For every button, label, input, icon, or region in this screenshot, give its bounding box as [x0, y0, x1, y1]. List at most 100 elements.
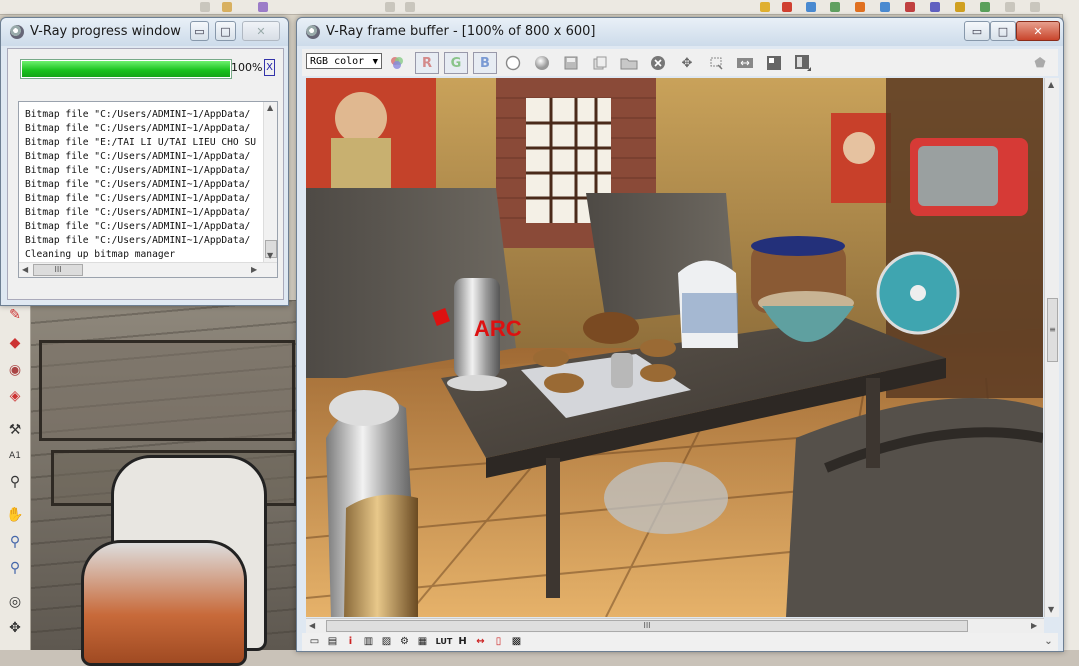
pencil-tool-icon[interactable]: ✎ [5, 305, 25, 325]
axes-tool-icon[interactable]: ⚲ [5, 472, 25, 492]
offset-tool-icon[interactable]: ◈ [5, 386, 25, 406]
frame-buffer-horizontal-scroll-thumb[interactable]: III [326, 620, 968, 632]
toolbar-icon[interactable] [980, 2, 990, 12]
vray-frame-buffer-window[interactable]: V-Ray frame buffer - [100% of 800 x 600]… [296, 17, 1064, 652]
close-button[interactable]: ✕ [1016, 21, 1060, 41]
sketchup-model-view[interactable] [31, 300, 299, 666]
minimize-button[interactable]: ▭ [964, 21, 990, 41]
rendered-image[interactable]: ARC [306, 78, 1043, 617]
log-horizontal-scrollbar[interactable]: ◀ III ▶ [19, 262, 277, 277]
settings-icon[interactable]: ⚙ [398, 635, 411, 648]
log-line: Bitmap file "C:/Users/ADMINI~1/AppData/ [25, 151, 251, 162]
bottom-tool-button[interactable]: ▦ [416, 635, 429, 648]
chevron-down-icon[interactable]: ⌄ [1042, 635, 1055, 648]
progress-window-titlebar[interactable]: V-Ray progress window ▭ □ ✕ [1, 18, 288, 46]
frame-buffer-vertical-scrollbar[interactable]: ▲ ≡ ▼ [1044, 78, 1059, 617]
bottom-tool-button[interactable]: ▯ [492, 635, 505, 648]
info-button[interactable]: i [344, 635, 357, 648]
follow-tool-icon[interactable]: ◉ [5, 360, 25, 380]
scroll-down-arrow-icon[interactable]: ▼ [1048, 605, 1054, 614]
toolbar-icon[interactable] [385, 2, 395, 12]
red-channel-button[interactable]: R [415, 52, 439, 74]
frame-buffer-titlebar[interactable]: V-Ray frame buffer - [100% of 800 x 600]… [297, 18, 1063, 46]
blue-channel-button[interactable]: B [473, 52, 497, 74]
minimize-button[interactable]: ▭ [190, 21, 209, 41]
histogram-button[interactable]: H [456, 635, 469, 648]
push-tool-icon[interactable]: ◆ [5, 333, 25, 353]
abort-render-button[interactable]: X [264, 59, 275, 76]
circle-icon[interactable] [502, 52, 524, 74]
bottom-tool-button[interactable]: ▭ [308, 635, 321, 648]
folder-icon[interactable] [618, 52, 640, 74]
compare-icon[interactable] [734, 52, 756, 74]
copy-icon[interactable] [589, 52, 611, 74]
position-tool-icon[interactable]: ✥ [5, 618, 25, 638]
log-line: Cleaning up bitmap manager [25, 249, 176, 260]
scroll-left-arrow-icon[interactable]: ◀ [309, 621, 315, 630]
zoom-tool-icon[interactable]: ⚲ [5, 532, 25, 552]
log-vertical-scrollbar[interactable]: ▲ ▼ [263, 102, 277, 262]
maximize-button[interactable]: □ [990, 21, 1016, 41]
toolbar-icon[interactable] [1030, 2, 1040, 12]
lut-button[interactable]: LUT [434, 635, 454, 648]
watermark-text: ARC [474, 316, 522, 341]
scroll-right-arrow-icon[interactable]: ▶ [1031, 621, 1037, 630]
toolbar-icon[interactable] [880, 2, 890, 12]
toolbar-icon[interactable] [782, 2, 792, 12]
eye-tool-icon[interactable]: ◎ [5, 592, 25, 612]
tape-tool-icon[interactable]: ⚒ [5, 420, 25, 440]
log-line: Bitmap file "C:/Users/ADMINI~1/AppData/ [25, 123, 251, 134]
log-line: Bitmap file "C:/Users/ADMINI~1/AppData/ [25, 193, 251, 204]
sketchup-top-toolbar [0, 0, 1079, 15]
log-line: Bitmap file "C:/Users/ADMINI~1/AppData/ [25, 165, 251, 176]
toolbar-icon[interactable] [905, 2, 915, 12]
vray-icon [306, 25, 320, 39]
maximize-button[interactable]: □ [215, 21, 236, 41]
scroll-up-arrow-icon[interactable]: ▲ [267, 103, 273, 112]
save-icon[interactable] [560, 52, 582, 74]
toolbar-icon[interactable] [405, 2, 415, 12]
green-channel-button[interactable]: G [444, 52, 468, 74]
bottom-tool-button[interactable]: ▩ [510, 635, 523, 648]
text-tool-icon[interactable]: A1 [5, 446, 25, 466]
scroll-right-arrow-icon[interactable]: ▶ [251, 265, 257, 274]
stop-icon[interactable] [647, 52, 669, 74]
scroll-left-arrow-icon[interactable]: ◀ [22, 265, 28, 274]
toolbar-icon[interactable] [200, 2, 210, 12]
orbit-tool-icon[interactable]: ✋ [5, 505, 25, 525]
scroll-up-arrow-icon[interactable]: ▲ [1048, 80, 1054, 89]
log-horizontal-scroll-thumb[interactable]: III [33, 264, 83, 276]
bottom-tool-button[interactable]: ▤ [326, 635, 339, 648]
toolbar-icon[interactable] [760, 2, 770, 12]
channel-select[interactable]: RGB color ▼ [306, 53, 382, 69]
toolbar-icon[interactable] [222, 2, 232, 12]
toolbar-icon[interactable] [855, 2, 865, 12]
close-button[interactable]: ✕ [242, 21, 280, 41]
log-line: Bitmap file "E:/TAI LI U/TAI LIEU CHO SU [25, 137, 257, 148]
crosshair-icon[interactable]: ✥ [676, 52, 698, 74]
lut-icon[interactable] [792, 52, 814, 74]
toolbar-icon[interactable] [955, 2, 965, 12]
frame-buffer-vertical-scroll-thumb[interactable]: ≡ [1047, 298, 1058, 362]
pin-icon[interactable]: ⬟ [1029, 52, 1051, 74]
frame-buffer-horizontal-scrollbar[interactable]: ◀ III ▶ [306, 618, 1044, 633]
toolbar-icon[interactable] [1005, 2, 1015, 12]
toolbar-icon[interactable] [258, 2, 268, 12]
bottom-tool-button[interactable]: ▨ [380, 635, 393, 648]
bottom-tool-button[interactable]: ▥ [362, 635, 375, 648]
vray-progress-window[interactable]: V-Ray progress window ▭ □ ✕ 100% X Bitma… [0, 17, 289, 306]
region-icon[interactable] [705, 52, 727, 74]
bottom-tool-button[interactable]: ↔ [474, 635, 487, 648]
scroll-down-arrow-icon[interactable]: ▼ [267, 251, 273, 260]
sphere-icon[interactable] [531, 52, 553, 74]
render-log[interactable]: Bitmap file "C:/Users/ADMINI~1/AppData/B… [18, 101, 278, 278]
color-balls-icon[interactable] [386, 52, 408, 74]
zoom-extents-icon[interactable]: ⚲ [5, 558, 25, 578]
correction-icon[interactable] [763, 52, 785, 74]
toolbar-icon[interactable] [830, 2, 840, 12]
vray-icon [10, 25, 24, 39]
channel-select-value: RGB color [310, 56, 365, 67]
render-progress-bar [20, 59, 232, 79]
toolbar-icon[interactable] [930, 2, 940, 12]
toolbar-icon[interactable] [806, 2, 816, 12]
